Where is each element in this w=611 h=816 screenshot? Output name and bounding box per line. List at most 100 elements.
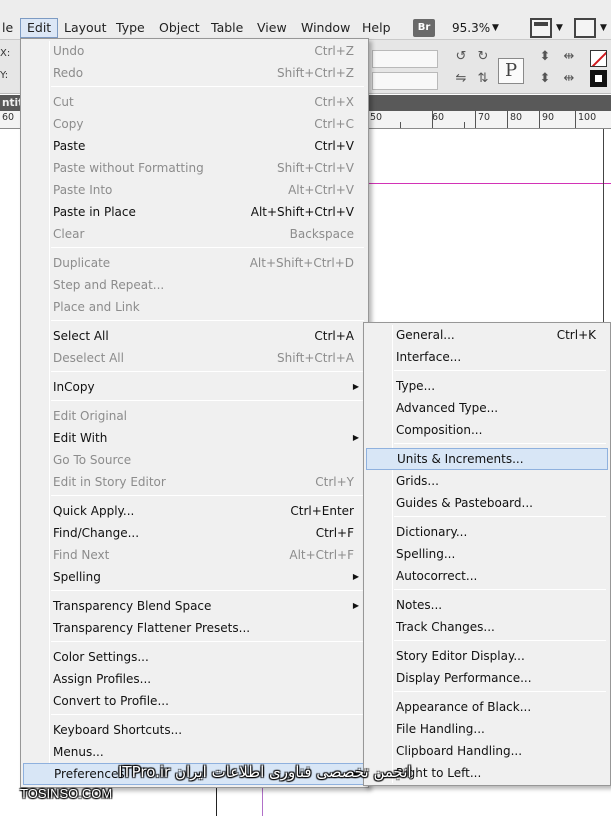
ruler-tick (575, 111, 576, 128)
submenu-arrow-icon: ▶ (352, 601, 359, 610)
stroke-black-icon[interactable] (590, 70, 607, 87)
menu-item-autocorrect[interactable]: Autocorrect... (366, 565, 608, 587)
flip-vertical-icon[interactable]: ⇅ (474, 70, 492, 88)
menu-item-deselect-all[interactable]: Deselect All Shift+Ctrl+A (23, 347, 366, 369)
menu-item-transparency-flattener-presets[interactable]: Transparency Flattener Presets... (23, 617, 366, 639)
menu-item-guides-and-pasteboard[interactable]: Guides & Pasteboard... (366, 492, 608, 514)
menu-item-paste[interactable]: Paste Ctrl+V (23, 135, 366, 157)
menu-item-place-and-link[interactable]: Place and Link (23, 296, 366, 318)
menu-item-menus[interactable]: Menus... (23, 741, 366, 763)
rotate-cw-icon[interactable]: ↻ (474, 48, 492, 66)
menu-edit[interactable]: Edit (20, 18, 59, 38)
menu-window[interactable]: Window (295, 18, 356, 38)
menu-item-clipboard-handling[interactable]: Clipboard Handling... (366, 740, 608, 762)
menu-item-select-all[interactable]: Select All Ctrl+A (23, 325, 366, 347)
menu-item-label: Select All (53, 329, 109, 343)
ruler-label: 60 (432, 112, 445, 123)
menu-item-paste-into[interactable]: Paste Into Alt+Ctrl+V (23, 179, 366, 201)
menu-help[interactable]: Help (356, 18, 397, 38)
document-tab[interactable]: ntitle (0, 95, 20, 111)
menu-object[interactable]: Object (153, 18, 206, 38)
chevron-down-icon[interactable]: ▼ (556, 19, 563, 37)
menu-item-advanced-type[interactable]: Advanced Type... (366, 397, 608, 419)
menu-item-shortcut: Ctrl+C (314, 117, 354, 131)
menu-item-quick-apply[interactable]: Quick Apply... Ctrl+Enter (23, 500, 366, 522)
menu-item-label: Interface... (396, 350, 462, 364)
menu-item-step-and-repeat[interactable]: Step and Repeat... (23, 274, 366, 296)
menu-item-spelling[interactable]: Spelling ▶ (23, 566, 366, 588)
fill-none-icon[interactable] (590, 50, 607, 67)
menu-item-label: Dictionary... (396, 525, 468, 539)
flip-icon[interactable]: ⇋ (452, 70, 470, 88)
menu-item-track-changes[interactable]: Track Changes... (366, 616, 608, 638)
menu-item-edit-with[interactable]: Edit With ▶ (23, 427, 366, 449)
menu-item-notes[interactable]: Notes... (366, 594, 608, 616)
menu-item-file-handling[interactable]: File Handling... (366, 718, 608, 740)
zoom-level[interactable]: 95.3% (452, 19, 490, 37)
menu-item-type[interactable]: Type... (366, 375, 608, 397)
menu-item-spelling[interactable]: Spelling... (366, 543, 608, 565)
menu-item-general[interactable]: General... Ctrl+K (366, 324, 608, 346)
menu-item-cut[interactable]: Cut Ctrl+X (23, 91, 366, 113)
menu-item-label: Preferences (54, 767, 125, 781)
menu-item-grids[interactable]: Grids... (366, 470, 608, 492)
align-center-icon[interactable]: ⬍ (536, 70, 554, 88)
menu-item-edit-in-story-editor[interactable]: Edit in Story Editor Ctrl+Y (23, 471, 366, 493)
menu-item-copy[interactable]: Copy Ctrl+C (23, 113, 366, 135)
menu-item-interface[interactable]: Interface... (366, 346, 608, 368)
submenu-arrow-icon: ▶ (352, 572, 359, 581)
menu-item-paste-in-place[interactable]: Paste in Place Alt+Shift+Ctrl+V (23, 201, 366, 223)
menu-item-edit-original[interactable]: Edit Original (23, 405, 366, 427)
menu-item-composition[interactable]: Composition... (366, 419, 608, 441)
menu-separator (394, 589, 606, 590)
menu-item-shortcut: Shift+Ctrl+A (277, 351, 354, 365)
chevron-down-icon[interactable]: ▼ (600, 19, 607, 37)
menu-item-label: Spelling (53, 570, 101, 584)
screen-mode-icon[interactable] (574, 18, 596, 38)
align-vertical-icon[interactable]: ⬍ (536, 48, 554, 66)
distribute-icon[interactable]: ⇹ (560, 48, 578, 66)
menu-item-display-performance[interactable]: Display Performance... (366, 667, 608, 689)
menu-item-label: Duplicate (53, 256, 111, 270)
view-options-icon[interactable] (530, 18, 552, 38)
menu-item-clear[interactable]: Clear Backspace (23, 223, 366, 245)
menu-item-label: Deselect All (53, 351, 124, 365)
menu-item-shortcut: Ctrl+Enter (290, 504, 354, 518)
menu-item-label: Go To Source (53, 453, 132, 467)
menu-item-story-editor-display[interactable]: Story Editor Display... (366, 645, 608, 667)
menu-item-duplicate[interactable]: Duplicate Alt+Shift+Ctrl+D (23, 252, 366, 274)
rotate-ccw-icon[interactable]: ↺ (452, 48, 470, 66)
menu-item-appearance-of-black[interactable]: Appearance of Black... (366, 696, 608, 718)
menu-item-label: Convert to Profile... (53, 694, 169, 708)
menu-item-incopy[interactable]: InCopy ▶ (23, 376, 366, 398)
menu-item-label: Paste Into (53, 183, 113, 197)
control-field[interactable] (372, 72, 438, 90)
menu-item-transparency-blend-space[interactable]: Transparency Blend Space ▶ (23, 595, 366, 617)
menu-item-assign-profiles[interactable]: Assign Profiles... (23, 668, 366, 690)
menu-file[interactable]: le (0, 18, 19, 38)
menu-item-convert-to-profile[interactable]: Convert to Profile... (23, 690, 366, 712)
distribute-horizontal-icon[interactable]: ⇹ (560, 70, 578, 88)
menu-item-units-and-increments[interactable]: Units & Increments... (366, 448, 608, 470)
edit-menu: Undo Ctrl+Z Redo Shift+Ctrl+Z Cut Ctrl+X Copy C… (20, 38, 369, 788)
menu-type[interactable]: Type (110, 18, 151, 38)
ruler-tick (432, 111, 433, 128)
menu-item-color-settings[interactable]: Color Settings... (23, 646, 366, 668)
paragraph-icon[interactable]: P (498, 58, 524, 84)
menu-item-find-change[interactable]: Find/Change... Ctrl+F (23, 522, 366, 544)
menu-layout[interactable]: Layout (58, 18, 113, 38)
menu-item-keyboard-shortcuts[interactable]: Keyboard Shortcuts... (23, 719, 366, 741)
menu-item-undo[interactable]: Undo Ctrl+Z (23, 40, 366, 62)
menu-item-find-next[interactable]: Find Next Alt+Ctrl+F (23, 544, 366, 566)
menu-item-label: Find/Change... (53, 526, 140, 540)
menu-table[interactable]: Table (205, 18, 249, 38)
bridge-button[interactable]: Br (413, 19, 435, 37)
menu-item-dictionary[interactable]: Dictionary... (366, 521, 608, 543)
zoom-dropdown-icon[interactable]: ▼ (492, 19, 499, 37)
menu-item-go-to-source[interactable]: Go To Source (23, 449, 366, 471)
menu-view[interactable]: View (251, 18, 293, 38)
menu-item-redo[interactable]: Redo Shift+Ctrl+Z (23, 62, 366, 84)
control-field[interactable] (372, 50, 438, 68)
x-label: X: (0, 48, 11, 59)
menu-item-paste-without-formatting[interactable]: Paste without Formatting Shift+Ctrl+V (23, 157, 366, 179)
